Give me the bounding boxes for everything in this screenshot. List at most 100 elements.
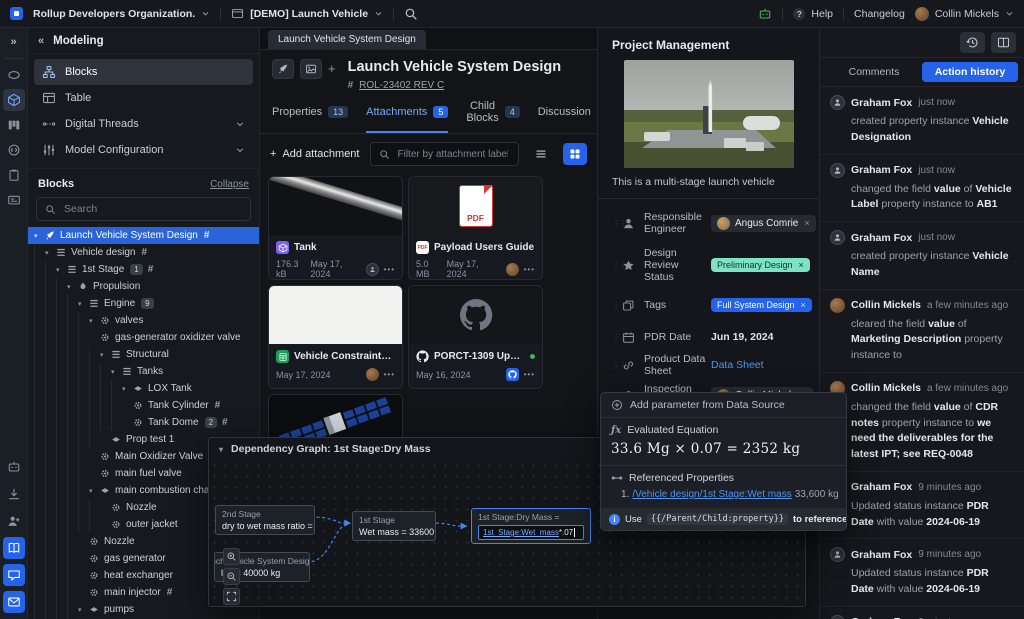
field-link[interactable]: Data Sheet [711, 359, 764, 371]
caret-down-icon[interactable]: ▾ [78, 300, 88, 308]
add-attachment-button[interactable]: + Add attachment [270, 148, 360, 160]
rail-contact[interactable] [3, 591, 25, 613]
more-menu-icon[interactable]: ••• [524, 265, 535, 274]
caret-down-icon[interactable]: ▾ [45, 249, 55, 257]
property-reference-link[interactable]: 1st_Stage:Wet_mass [483, 528, 559, 537]
collapse-panel-icon[interactable]: « [38, 35, 44, 47]
tree-item[interactable]: ▾ Vehicle design # [28, 244, 259, 261]
tab-comments[interactable]: Comments [826, 62, 922, 82]
zoom-in-button[interactable] [223, 548, 240, 565]
value-chip[interactable]: Preliminary Design× [711, 258, 810, 272]
tree-item[interactable]: ▾ LOX Tank [28, 380, 259, 397]
tree-search-input[interactable] [62, 202, 242, 216]
set-image-button[interactable] [300, 59, 322, 79]
rail-documents[interactable] [3, 189, 25, 211]
graph-node[interactable]: 1st Stage:Dry Mass = 1st_Stage:Wet_mass … [471, 508, 591, 544]
open-document-tab[interactable]: Launch Vehicle System Design [268, 30, 426, 49]
drag-handle-icon[interactable]: ⋮⋮ [612, 261, 622, 270]
attachment-filter[interactable] [370, 142, 520, 166]
more-menu-icon[interactable]: ••• [524, 370, 535, 379]
zoom-out-button[interactable] [223, 568, 240, 585]
caret-down-icon[interactable]: ▾ [78, 606, 88, 614]
tree-item[interactable]: ▾ Propulsion [28, 278, 259, 295]
caret-down-icon[interactable]: ▾ [100, 351, 110, 359]
tree-item[interactable]: ▾ Launch Vehicle System Design # [28, 227, 259, 244]
value-chip[interactable]: Full System Design× [711, 298, 812, 312]
drag-handle-icon[interactable]: ⋮⋮ [612, 333, 622, 342]
rail-requirements[interactable] [3, 164, 25, 186]
attachment-card[interactable]: Tank 176.3 kB May 17, 2024 ••• [268, 176, 403, 280]
history-button[interactable] [960, 32, 985, 53]
fit-view-button[interactable] [223, 588, 240, 605]
rail-boards[interactable] [3, 114, 25, 136]
graph-node[interactable]: 2nd Stage dry to wet mass ratio = 0.16 [215, 505, 315, 535]
tree-item[interactable]: ▾ Tanks [28, 363, 259, 380]
drag-handle-icon[interactable]: ⋮⋮ [612, 301, 622, 310]
attachment-card[interactable]: PDF PDF Payload Users Guide 5.0 MB May 1… [408, 176, 543, 280]
caret-down-icon[interactable]: ▾ [34, 232, 44, 240]
part-number-link[interactable]: ROL-23402 REV C [359, 80, 444, 91]
project-switcher[interactable]: [DEMO] Launch Vehicle [231, 7, 383, 20]
document-tab[interactable]: Discussion [538, 100, 591, 133]
app-status-icon[interactable] [758, 7, 772, 21]
changelog-button[interactable]: Changelog [854, 8, 905, 20]
caret-down-icon[interactable]: ▾ [122, 385, 132, 393]
caret-down-icon[interactable]: ▾ [89, 487, 99, 495]
graph-node[interactable]: 1st Stage Wet mass = 33600 kg [352, 511, 436, 541]
collapse-tree-link[interactable]: Collapse [210, 179, 249, 190]
sidebar-nav-item[interactable]: Blocks [34, 59, 253, 85]
block-type-button[interactable] [272, 59, 294, 79]
tree-item[interactable]: ▾ Structural [28, 346, 259, 363]
document-tab[interactable]: Child Blocks 4 [466, 100, 519, 133]
remove-icon[interactable]: × [799, 260, 804, 270]
rail-data-sources[interactable] [3, 139, 25, 161]
rollup-logo-icon[interactable] [10, 7, 23, 20]
rail-invite[interactable] [3, 510, 25, 532]
rail-feedback[interactable] [3, 564, 25, 586]
sidebar-nav-item[interactable]: Model Configuration [34, 137, 253, 163]
attachment-card[interactable]: Vehicle Constraints Spreadsheet May 17, … [268, 285, 403, 389]
sidebar-nav-item[interactable]: Table [34, 85, 253, 111]
remove-icon[interactable]: × [804, 218, 809, 228]
remove-icon[interactable]: × [801, 300, 806, 310]
caret-down-icon[interactable]: ▾ [219, 445, 223, 454]
expand-sidebar-button[interactable]: » [3, 31, 25, 53]
tree-item[interactable]: ▾ valves [28, 312, 259, 329]
user-menu[interactable]: Collin Mickels [915, 7, 1014, 21]
tab-action-history[interactable]: Action history [922, 62, 1018, 82]
attachment-filter-input[interactable] [396, 148, 511, 161]
help-button[interactable]: ? Help [793, 8, 833, 20]
tree-item[interactable]: ▾ 1st Stage 1 # [28, 261, 259, 278]
tree-search[interactable] [36, 197, 251, 221]
tree-item[interactable]: ▾ Tank Cylinder # [28, 397, 259, 414]
caret-down-icon[interactable]: ▾ [56, 266, 66, 274]
referenced-property-link[interactable]: /Vehicle design/1st Stage:Wet mass [632, 489, 791, 500]
equation-input[interactable]: 1st_Stage:Wet_mass *.07 [478, 525, 584, 540]
add-icon[interactable]: + [328, 61, 336, 76]
layout-columns-button[interactable] [991, 32, 1016, 53]
value-chip[interactable]: Angus Comrie× [711, 215, 816, 232]
document-tab[interactable]: Properties 13 [272, 100, 348, 133]
rail-modeling[interactable] [3, 89, 25, 111]
attachment-card[interactable]: PORCT-1309 Update this inv... May 16, 20… [408, 285, 543, 389]
add-parameter-menu-item[interactable]: Add parameter from Data Source [601, 393, 846, 418]
tree-item[interactable]: ▾ Engine 9 [28, 295, 259, 312]
list-view-button[interactable] [529, 143, 553, 165]
more-menu-icon[interactable]: ••• [384, 370, 395, 379]
rail-docs[interactable] [3, 537, 25, 559]
drag-handle-icon[interactable]: ⋮⋮ [612, 219, 622, 228]
caret-down-icon[interactable]: ▾ [67, 283, 77, 291]
sidebar-nav-item[interactable]: Digital Threads [34, 111, 253, 137]
grid-view-button[interactable] [563, 143, 587, 165]
tree-item[interactable]: ▾ Tank Dome 2 # [28, 414, 259, 431]
global-search-icon[interactable] [404, 7, 418, 21]
rail-hardware[interactable] [3, 64, 25, 86]
caret-down-icon[interactable]: ▾ [111, 368, 121, 376]
document-tab[interactable]: Attachments 5 [366, 100, 448, 133]
rail-bot[interactable] [3, 456, 25, 478]
org-switcher[interactable]: Rollup Developers Organization. [33, 8, 210, 20]
caret-down-icon[interactable]: ▾ [89, 317, 99, 325]
rail-export[interactable] [3, 483, 25, 505]
drag-handle-icon[interactable]: ⋮⋮ [612, 361, 622, 370]
tree-item[interactable]: ▾ gas-generator oxidizer valve [28, 329, 259, 346]
